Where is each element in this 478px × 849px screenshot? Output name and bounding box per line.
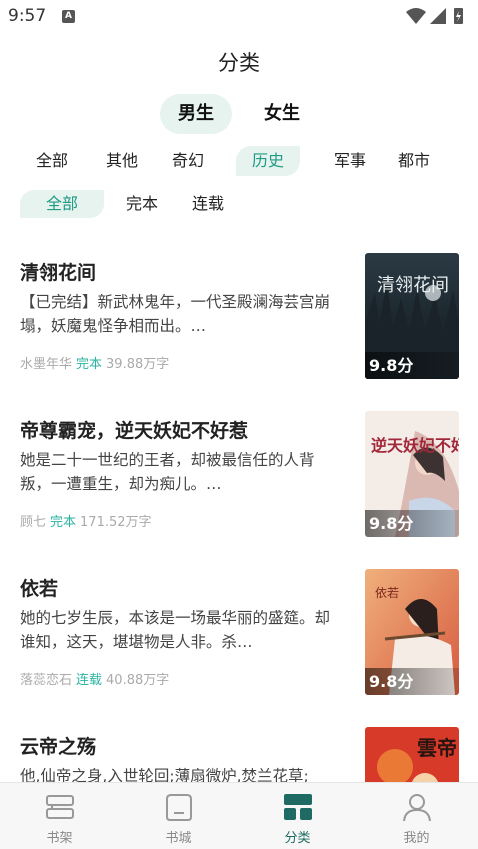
- book-description: 他,仙帝之身,入世轮回;薄扇微炉,焚兰花草;: [20, 767, 309, 782]
- book-item[interactable]: 云帝之殇 他,仙帝之身,入世轮回;薄扇微炉,焚兰花草; 雲帝: [0, 710, 478, 782]
- category-military[interactable]: 军事: [326, 146, 374, 176]
- gender-tabs: 男生 女生: [0, 94, 478, 134]
- book-description: 【已完结】新武林鬼年，一代圣殿澜海芸宫崩塌，妖魔鬼怪争相而出。…: [20, 293, 331, 335]
- nav-bookshelf[interactable]: 书架: [0, 783, 119, 849]
- book-item[interactable]: 清翎花间 【已完结】新武林鬼年，一代圣殿澜海芸宫崩塌，妖魔鬼怪争相而出。… 水墨…: [0, 236, 478, 394]
- filter-completed[interactable]: 完本: [116, 190, 168, 218]
- status-bar: 9:57 A: [0, 0, 478, 32]
- nav-label: 我的: [403, 831, 430, 846]
- filter-all[interactable]: 全部: [20, 190, 104, 218]
- book-list: 清翎花间 【已完结】新武林鬼年，一代圣殿澜海芸宫崩塌，妖魔鬼怪争相而出。… 水墨…: [0, 236, 478, 782]
- book-meta: 水墨年华 完本 39.88万字: [20, 353, 169, 372]
- book-status: 完本: [76, 357, 103, 372]
- cover-title: 逆天妖妃不好惹: [371, 436, 459, 455]
- category-urban[interactable]: 都市: [390, 146, 438, 176]
- book-title: 清翎花间: [20, 262, 97, 284]
- profile-icon: [403, 794, 431, 822]
- book-cover[interactable]: 逆天妖妃不好惹 9.8分: [365, 411, 459, 537]
- nav-category[interactable]: 分类: [238, 783, 357, 849]
- nav-profile[interactable]: 我的: [357, 783, 476, 849]
- book-cover[interactable]: 依若 9.8分: [365, 569, 459, 695]
- book-cover[interactable]: 清翎花间 9.8分: [365, 253, 459, 379]
- status-filter-row: 全部 完本 连载: [0, 190, 478, 220]
- book-title: 云帝之殇: [20, 736, 97, 758]
- status-icons: [406, 8, 463, 24]
- cover-title: 依若: [375, 585, 399, 600]
- book-score: 9.8分: [365, 668, 459, 695]
- category-row: 全部 其他 奇幻 历史 军事 都市: [0, 146, 478, 178]
- category-other[interactable]: 其他: [98, 146, 146, 176]
- book-item[interactable]: 帝尊霸宠，逆天妖妃不好惹 她是二十一世纪的王者，却被最信任的人背叛，一遭重生，却…: [0, 394, 478, 552]
- book-words: 40.88万字: [106, 673, 170, 688]
- tab-male[interactable]: 男生: [160, 94, 232, 134]
- book-score: 9.8分: [365, 510, 459, 537]
- book-meta: 顾七 完本 171.52万字: [20, 511, 152, 530]
- cover-title: 清翎花间: [377, 275, 449, 296]
- category-fantasy[interactable]: 奇幻: [164, 146, 212, 176]
- category-all[interactable]: 全部: [28, 146, 76, 176]
- book-title: 帝尊霸宠，逆天妖妃不好惹: [20, 420, 249, 442]
- book-words: 171.52万字: [80, 515, 152, 530]
- book-author: 落蕊恋石: [20, 673, 73, 688]
- cover-title: 雲帝: [417, 736, 457, 760]
- category-history[interactable]: 历史: [236, 146, 300, 176]
- book-author: 水墨年华: [20, 357, 73, 372]
- book-author: 顾七: [20, 515, 47, 530]
- nav-label: 书城: [165, 831, 192, 846]
- status-time: 9:57: [8, 6, 47, 26]
- bookshelf-icon: [46, 795, 74, 819]
- bottom-nav: 书架 书城 分类 我的: [0, 782, 478, 849]
- book-description: 她是二十一世纪的王者，却被最信任的人背叛，一遭重生，却为痴儿。…: [20, 451, 315, 493]
- book-status: 连载: [76, 673, 103, 688]
- book-description: 她的七岁生辰，本该是一场最华丽的盛筵。却谁知，这天，堪堪物是人非。杀…: [20, 609, 331, 651]
- book-title: 依若: [20, 578, 59, 600]
- page-title: 分类: [218, 51, 260, 75]
- tab-female[interactable]: 女生: [246, 94, 318, 134]
- category-icon: [284, 794, 312, 820]
- wifi-icon: [406, 8, 426, 24]
- notification-icon: A: [62, 10, 75, 23]
- book-words: 39.88万字: [106, 357, 170, 372]
- book-item[interactable]: 依若 她的七岁生辰，本该是一场最华丽的盛筵。却谁知，这天，堪堪物是人非。杀… 落…: [0, 552, 478, 710]
- book-meta: 落蕊恋石 连载 40.88万字: [20, 669, 169, 688]
- nav-bookstore[interactable]: 书城: [119, 783, 238, 849]
- book-score: 9.8分: [365, 352, 459, 379]
- filter-ongoing[interactable]: 连载: [182, 190, 234, 218]
- signal-icon: [430, 8, 446, 24]
- book-status: 完本: [50, 515, 77, 530]
- nav-label: 分类: [284, 831, 311, 846]
- bookstore-icon: [166, 794, 192, 821]
- book-cover[interactable]: 雲帝: [365, 727, 459, 782]
- nav-label: 书架: [46, 831, 73, 846]
- cover-art: 雲帝: [365, 727, 459, 782]
